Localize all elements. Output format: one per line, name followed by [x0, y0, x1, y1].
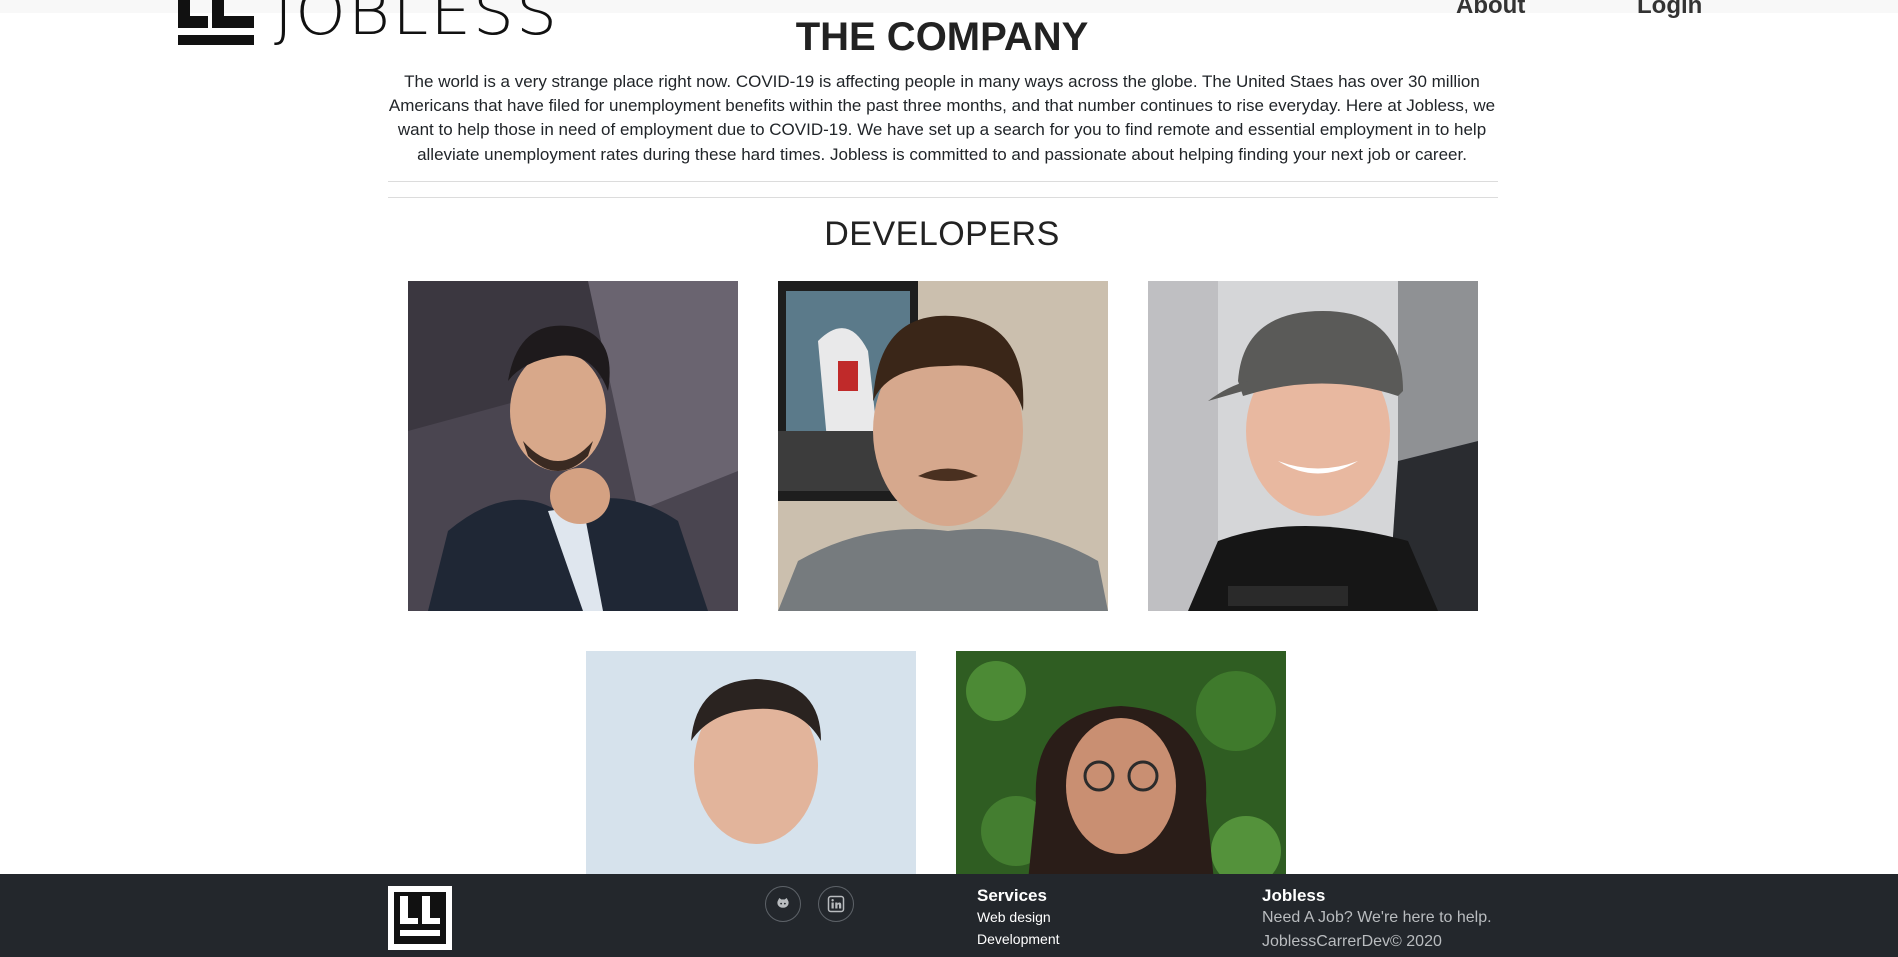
page: JOBLESS About Login THE COMPANY The worl…	[0, 0, 1898, 957]
section-divider	[388, 181, 1498, 182]
company-description: The world is a very strange place right …	[388, 72, 1496, 164]
company-title: THE COMPANY	[795, 15, 1089, 59]
developer-photo-2-image	[778, 281, 1108, 611]
developers-title: DEVELOPERS	[824, 215, 1060, 253]
footer-logo-mark	[388, 886, 452, 950]
section-divider	[388, 197, 1498, 198]
services-heading: Services	[977, 886, 1047, 905]
developer-photo-2	[778, 281, 1108, 611]
services-link-development[interactable]: Development	[977, 931, 1060, 947]
footer-tagline: Need A Job? We're here to help.	[1262, 909, 1492, 926]
developer-photo-1	[408, 281, 738, 611]
developer-photo-3	[1148, 281, 1478, 611]
linkedin-icon-glyph	[827, 895, 845, 913]
github-icon-glyph	[777, 898, 789, 908]
developer-photo-1-image	[408, 281, 738, 611]
footer-logo-icon[interactable]	[388, 886, 452, 950]
github-icon[interactable]	[765, 886, 801, 922]
footer-brand-heading: Jobless	[1262, 886, 1326, 905]
developer-photo-3-image	[1148, 281, 1478, 611]
footer-copyright: JoblessCarrerDev© 2020	[1262, 933, 1442, 950]
linkedin-icon[interactable]	[818, 886, 854, 922]
services-link-web-design[interactable]: Web design	[977, 909, 1051, 925]
footer: Services Web design Development Jobless …	[0, 874, 1898, 957]
